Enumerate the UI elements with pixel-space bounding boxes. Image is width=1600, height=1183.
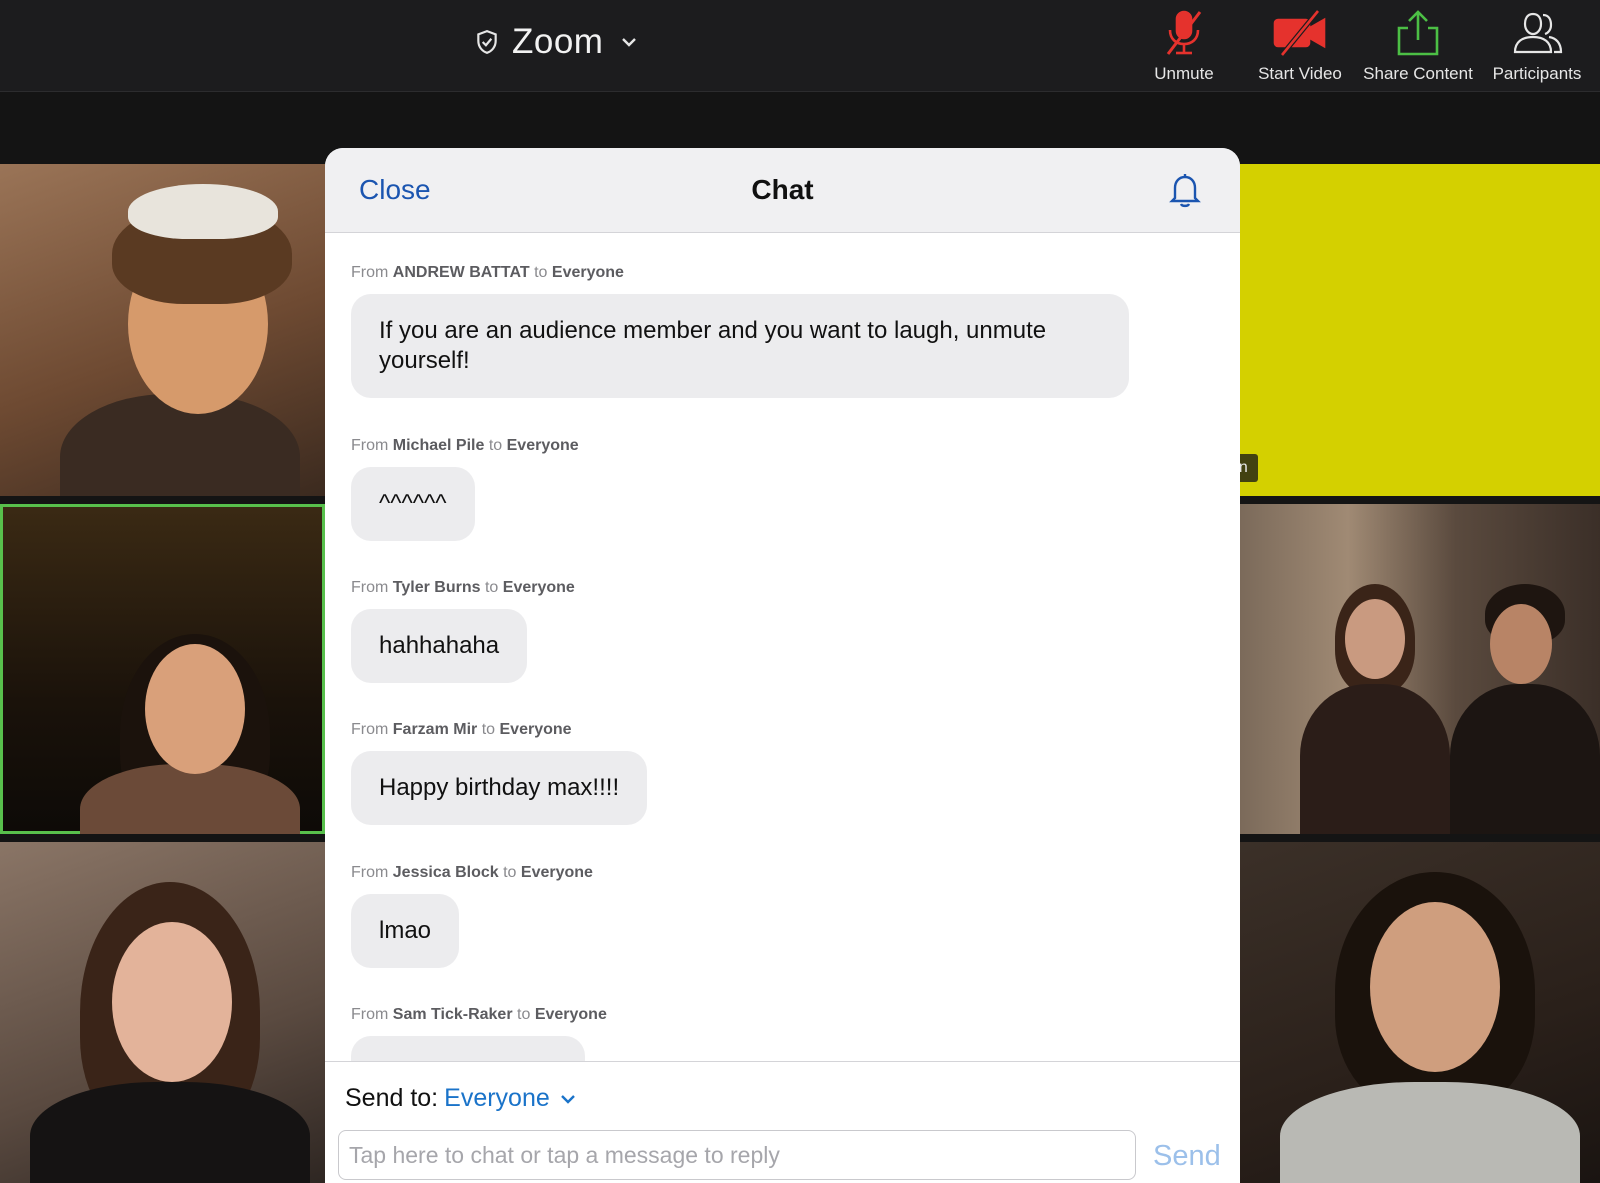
message-sender: ANDREW BATTAT <box>392 264 530 281</box>
meeting-title-dropdown[interactable]: Zoom <box>474 16 639 68</box>
start-video-button[interactable]: Start Video <box>1240 8 1360 88</box>
unmute-button[interactable]: Unmute <box>1124 8 1244 88</box>
from-label: From <box>351 437 389 454</box>
meeting-toolbar: Zoom Unmute Start Video Share Content Pa… <box>0 0 1600 92</box>
message-recipient: Everyone <box>520 864 593 881</box>
video-tile[interactable] <box>1240 842 1600 1183</box>
to-label: to <box>503 864 517 881</box>
message-recipient: Everyone <box>502 579 575 596</box>
message-meta: From Sam Tick-Raker to Everyone <box>351 1006 607 1024</box>
recipient-dropdown[interactable]: Everyone <box>444 1084 578 1113</box>
message-recipient: Everyone <box>499 721 572 738</box>
from-label: From <box>351 721 389 738</box>
video-tile-active-speaker[interactable] <box>0 504 325 834</box>
participant-name-tag: an <box>1240 454 1258 482</box>
share-content-button[interactable]: Share Content <box>1358 8 1478 88</box>
to-label: to <box>481 721 496 738</box>
to-label: to <box>534 264 548 281</box>
message-bubble[interactable]: hahhahaha <box>351 609 528 683</box>
video-off-icon <box>1273 9 1326 57</box>
participants-button[interactable]: Participants <box>1477 8 1597 88</box>
start-video-label: Start Video <box>1258 64 1342 83</box>
chevron-down-icon <box>622 38 637 47</box>
to-label: to <box>517 1006 531 1023</box>
participants-icon <box>1513 12 1563 54</box>
message-bubble[interactable]: If you are an audience member and you wa… <box>351 294 1129 398</box>
message-meta: From Jessica Block to Everyone <box>351 864 593 882</box>
chat-message[interactable]: From ANDREW BATTAT to Everyone If you ar… <box>351 264 1129 398</box>
message-meta: From Michael Pile to Everyone <box>351 437 579 455</box>
send-button[interactable]: Send <box>1153 1134 1233 1178</box>
chat-header: Close Chat <box>325 148 1240 233</box>
message-sender: Sam Tick-Raker <box>392 1006 513 1023</box>
from-label: From <box>351 1006 389 1023</box>
recipient-value: Everyone <box>444 1084 550 1112</box>
message-bubble[interactable]: ^^^^^^ <box>351 467 475 541</box>
chevron-down-icon <box>560 1094 575 1104</box>
video-tile[interactable] <box>0 842 325 1183</box>
chat-message[interactable]: From Jessica Block to Everyone lmao <box>351 864 593 968</box>
send-to-row: Send to: Everyone <box>345 1084 578 1113</box>
from-label: From <box>351 579 389 596</box>
message-meta: From Farzam Mir to Everyone <box>351 721 647 739</box>
unmute-label: Unmute <box>1154 64 1214 83</box>
chat-message-input[interactable] <box>338 1130 1136 1180</box>
from-label: From <box>351 864 389 881</box>
video-tile-avatar-off[interactable]: an <box>1240 164 1600 496</box>
message-sender: Farzam Mir <box>392 721 478 738</box>
chat-panel: Close Chat From ANDREW BATTAT to Everyon… <box>325 148 1240 1183</box>
send-to-label: Send to: <box>345 1084 439 1112</box>
to-label: to <box>488 437 503 454</box>
message-sender: Tyler Burns <box>392 579 481 596</box>
meeting-title: Zoom <box>512 22 604 61</box>
message-meta: From ANDREW BATTAT to Everyone <box>351 264 1129 282</box>
message-bubble[interactable]: lmao <box>351 894 460 968</box>
chat-composer: Send to: Everyone Send <box>325 1061 1240 1183</box>
shield-check-icon <box>477 30 497 54</box>
video-tile[interactable] <box>1240 504 1600 834</box>
from-label: From <box>351 264 389 281</box>
video-tile[interactable] <box>0 164 325 496</box>
share-content-label: Share Content <box>1363 64 1473 83</box>
chat-message-list[interactable]: From ANDREW BATTAT to Everyone If you ar… <box>325 234 1240 1183</box>
message-sender: Jessica Block <box>392 864 499 881</box>
chat-message[interactable]: From Farzam Mir to Everyone Happy birthd… <box>351 721 648 825</box>
message-recipient: Everyone <box>506 437 579 454</box>
message-sender: Michael Pile <box>392 437 485 454</box>
message-recipient: Everyone <box>551 264 624 281</box>
microphone-muted-icon <box>1166 10 1202 55</box>
share-upload-icon <box>1397 10 1439 56</box>
to-label: to <box>484 579 499 596</box>
message-recipient: Everyone <box>534 1006 607 1023</box>
chat-message[interactable]: From Michael Pile to Everyone ^^^^^^ <box>351 437 579 541</box>
message-meta: From Tyler Burns to Everyone <box>351 579 575 597</box>
bell-icon[interactable] <box>1165 170 1205 210</box>
message-bubble[interactable]: Happy birthday max!!!! <box>351 751 648 825</box>
chat-title: Chat <box>751 174 814 205</box>
chat-message[interactable]: From Tyler Burns to Everyone hahhahaha <box>351 579 575 683</box>
participants-label: Participants <box>1492 64 1582 83</box>
